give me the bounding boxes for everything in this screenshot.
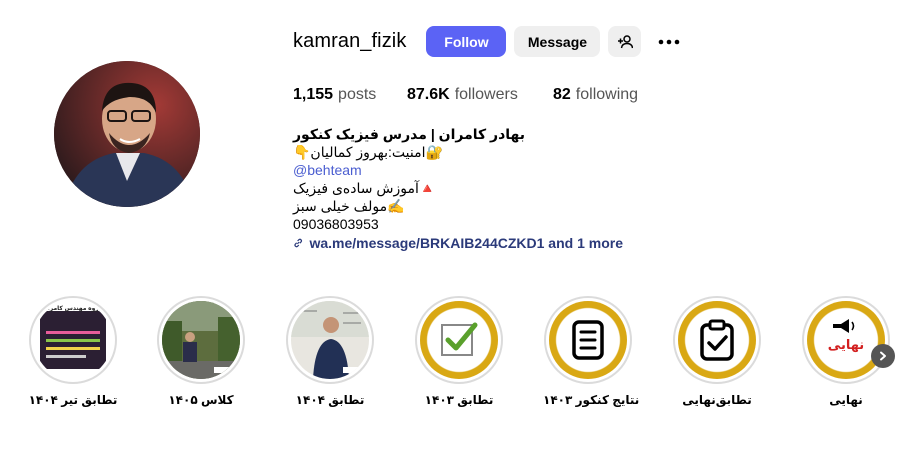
- highlights-next-button[interactable]: [871, 344, 895, 368]
- check-icon: [441, 322, 478, 356]
- posts-label: posts: [338, 86, 377, 103]
- highlight-ring: [157, 296, 245, 384]
- highlight-label: نتایج کنکور ۱۴۰۳: [543, 393, 640, 407]
- highlight-label: تطابق ۱۴۰۳: [424, 393, 494, 407]
- highlight-label: تطابق‌نهایی: [682, 393, 752, 407]
- bio-author-line: ✍️مولف خیلی سبز: [293, 198, 405, 214]
- bio-teaching-line: 🔺آموزش ساده‌ی فیزیک: [293, 180, 437, 196]
- highlight-thumbnail: [291, 301, 369, 379]
- bio-phone: 09036803953: [293, 216, 379, 232]
- megaphone-badge: نهایی: [821, 315, 871, 365]
- megaphone-text: نهایی: [827, 337, 865, 352]
- highlight-ring: [286, 296, 374, 384]
- username: kamran_fizik: [293, 30, 407, 52]
- bio-name: بهادر کامران | مدرس فیزیک کنکور: [293, 126, 526, 142]
- bio-mention-link[interactable]: @behteam: [293, 161, 623, 179]
- bio-external-link[interactable]: wa.me/message/BRKAIB244CZKD1 and 1 more: [293, 234, 623, 252]
- followers-label: followers: [454, 86, 518, 103]
- highlight-ring: [673, 296, 761, 384]
- posts-count: 1,155: [293, 86, 334, 103]
- highlight-ring: جزوه مهندس کامران: [29, 296, 117, 384]
- highlight-thumbnail: [162, 301, 240, 379]
- followers-count: 87.6K: [407, 86, 450, 103]
- suggest-user-button[interactable]: [608, 26, 642, 57]
- highlight-thumbnail: [420, 301, 498, 379]
- highlight-ring: [415, 296, 503, 384]
- highlight-ring: نهایی: [802, 296, 890, 384]
- following-label: following: [575, 86, 639, 103]
- highlight-thumbnail: نهایی: [807, 301, 885, 379]
- clipboard-check-icon: [700, 319, 734, 361]
- highlight-item[interactable]: نتایج کنکور ۱۴۰۳: [543, 296, 640, 407]
- add-user-icon: [617, 34, 633, 48]
- following-stat[interactable]: 82 following: [553, 86, 638, 104]
- profile-stats: 1,155 posts 87.6K followers 82 following: [293, 86, 638, 104]
- chevron-right-icon: [880, 351, 886, 361]
- classroom-photo: [162, 301, 240, 379]
- highlight-label: تطابق ۱۴۰۴: [295, 393, 365, 407]
- profile-avatar[interactable]: [54, 61, 200, 207]
- follow-button[interactable]: Follow: [426, 26, 507, 57]
- document-icon: [572, 320, 604, 360]
- highlight-item[interactable]: تطابق ۱۴۰۴: [285, 296, 375, 407]
- avatar-image: [54, 61, 200, 207]
- highlight-item[interactable]: جزوه مهندس کامران تطابق تیر ۱۴۰۴: [28, 296, 118, 407]
- highlight-label: تطابق تیر ۱۴۰۴: [28, 393, 118, 407]
- highlight-item[interactable]: تطابق ۱۴۰۳: [414, 296, 504, 407]
- bio-link-text: wa.me/message/BRKAIB244CZKD1 and 1 more: [309, 235, 623, 251]
- profile-header: kamran_fizik Follow Message: [293, 26, 689, 57]
- highlight-label: نهایی: [829, 393, 863, 407]
- teacher-whiteboard-photo: [291, 301, 369, 379]
- posts-stat: 1,155 posts: [293, 86, 407, 104]
- highlight-thumbnail: [678, 301, 756, 379]
- more-dots-icon: [659, 39, 680, 44]
- link-icon: [294, 238, 303, 248]
- highlight-thumb-title: جزوه مهندس کامران: [42, 306, 104, 312]
- megaphone-icon: [833, 319, 855, 333]
- highlight-label: کلاس ۱۴۰۵: [168, 393, 234, 407]
- highlight-item[interactable]: کلاس ۱۴۰۵: [156, 296, 246, 407]
- highlight-thumbnail: [549, 301, 627, 379]
- message-button[interactable]: Message: [514, 26, 601, 57]
- highlight-ring: [544, 296, 632, 384]
- highlight-thumbnail: جزوه مهندس کامران: [34, 301, 112, 379]
- bio-security-line: 🔐امنیت:بهروز کمالیان👇: [293, 144, 443, 160]
- followers-stat[interactable]: 87.6K followers: [407, 86, 553, 104]
- highlight-item[interactable]: تطابق‌نهایی: [672, 296, 762, 407]
- following-count: 82: [553, 86, 571, 103]
- profile-bio: بهادر کامران | مدرس فیزیک کنکور 🔐امنیت:ب…: [293, 125, 623, 252]
- more-options-button[interactable]: [649, 26, 689, 57]
